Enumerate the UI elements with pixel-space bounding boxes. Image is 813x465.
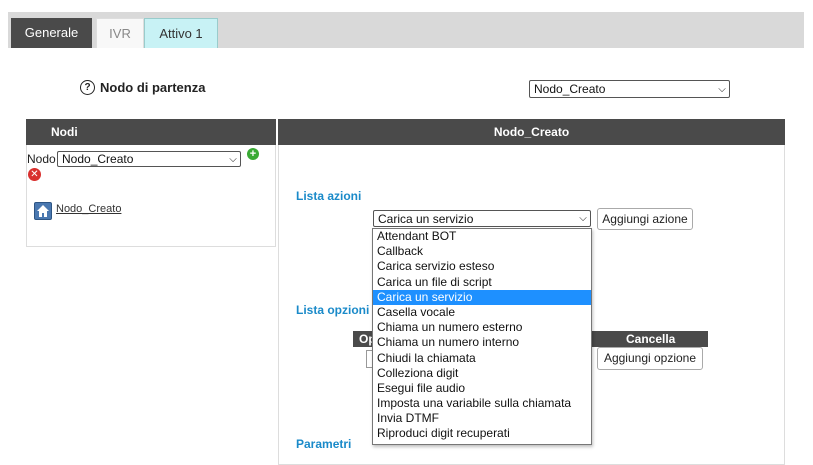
- dropdown-option[interactable]: Carica servizio esteso: [373, 259, 591, 274]
- home-icon[interactable]: [34, 202, 52, 220]
- node-link[interactable]: Nodo_Creato: [56, 203, 121, 215]
- add-action-button[interactable]: Aggiungi azione: [597, 208, 693, 230]
- home-icon-glyph: [37, 205, 49, 217]
- lista-opzioni-title: Lista opzioni: [296, 303, 370, 317]
- start-node-text: Nodo di partenza: [100, 80, 206, 95]
- action-select-value: Carica un servizio: [378, 211, 474, 226]
- dropdown-option[interactable]: Carica un file di script: [373, 275, 591, 290]
- chevron-down-icon: ⌵: [718, 83, 726, 95]
- action-select[interactable]: Carica un servizio ⌵: [373, 210, 591, 227]
- node-select[interactable]: Nodo_Creato ⌵: [57, 151, 241, 167]
- dropdown-option[interactable]: Chiama un numero interno: [373, 335, 591, 350]
- dropdown-option[interactable]: Riproduci digit recuperati: [373, 426, 591, 441]
- node-select-value: Nodo_Creato: [62, 152, 134, 166]
- delete-node-icon[interactable]: ✕: [28, 168, 41, 181]
- nodo-label: Nodo: [27, 152, 56, 166]
- dropdown-option[interactable]: Attendant BOT: [373, 229, 591, 244]
- tab-bar: Generale IVR Attivo 1: [8, 12, 804, 48]
- dropdown-option[interactable]: Imposta una variabile sulla chiamata: [373, 396, 591, 411]
- add-option-button[interactable]: Aggiungi opzione: [597, 347, 703, 370]
- dropdown-option[interactable]: Callback: [373, 244, 591, 259]
- dropdown-option[interactable]: Chiama un numero esterno: [373, 320, 591, 335]
- tab-ivr[interactable]: IVR: [96, 18, 144, 48]
- tab-generale[interactable]: Generale: [11, 18, 92, 48]
- node-detail-header: Nodo_Creato: [278, 119, 785, 145]
- chevron-down-icon: ⌵: [579, 213, 587, 224]
- dropdown-option[interactable]: Casella vocale: [373, 305, 591, 320]
- dropdown-option[interactable]: Colleziona digit: [373, 366, 591, 381]
- help-icon[interactable]: ?: [80, 80, 95, 95]
- action-dropdown-list[interactable]: Attendant BOT Callback Carica servizio est…: [372, 228, 592, 445]
- dropdown-option[interactable]: Carica un servizio: [373, 289, 591, 305]
- nodes-panel-header: Nodi: [26, 119, 276, 145]
- lista-azioni-title: Lista azioni: [296, 189, 362, 203]
- start-node-label: ? Nodo di partenza: [80, 80, 205, 95]
- dropdown-option[interactable]: Chiudi la chiamata: [373, 351, 591, 366]
- parametri-title: Parametri: [296, 437, 352, 451]
- start-node-select[interactable]: Nodo_Creato ⌵: [529, 80, 730, 98]
- start-node-select-value: Nodo_Creato: [534, 82, 606, 96]
- dropdown-option[interactable]: Esegui file audio: [373, 381, 591, 396]
- dropdown-option[interactable]: Invia DTMF: [373, 411, 591, 426]
- tab-attivo-1[interactable]: Attivo 1: [144, 18, 218, 48]
- cancella-column-header: Cancella: [626, 332, 676, 346]
- chevron-down-icon: ⌵: [229, 153, 237, 165]
- add-node-icon[interactable]: +: [247, 148, 259, 160]
